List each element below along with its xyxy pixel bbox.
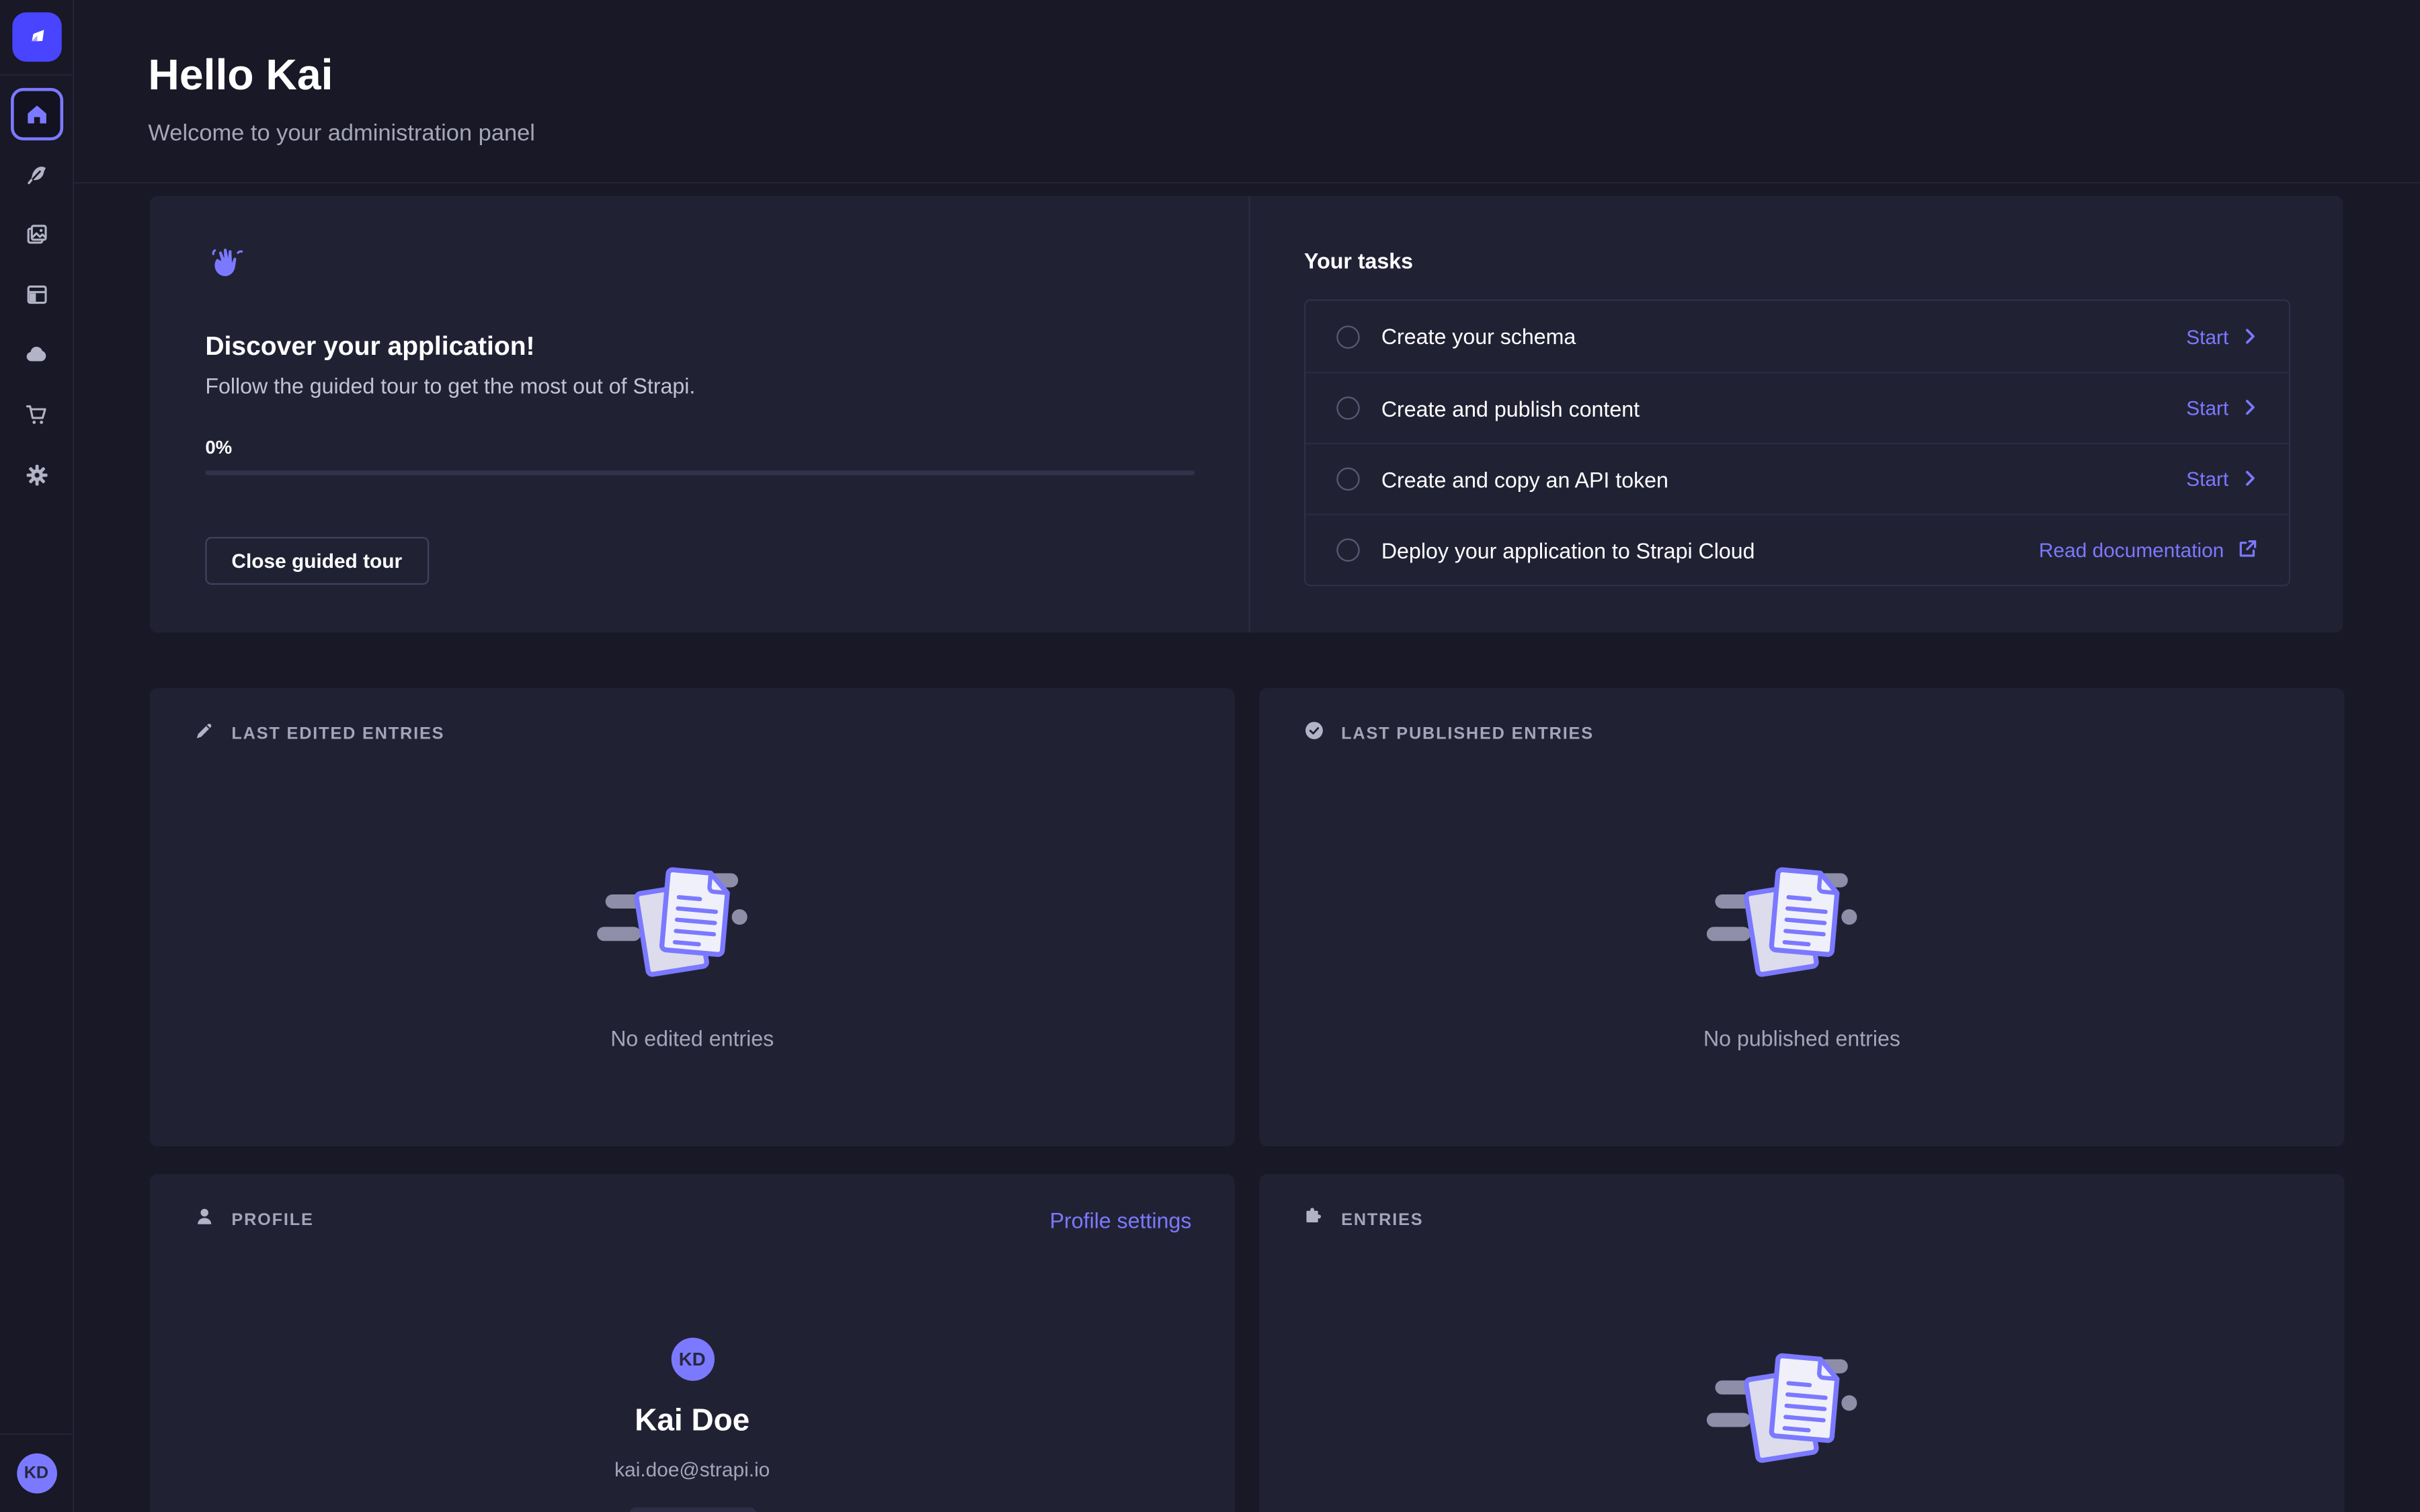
last-published-entries-card: LAST PUBLISHED ENTRIES [1259,688,2344,1146]
guided-tour-pane: Discover your application! Follow the gu… [150,196,1249,633]
layout-icon [22,281,50,308]
profile-email: kai.doe@strapi.io [614,1458,770,1483]
page-title: Hello Kai [148,49,2345,101]
check-circle-icon [1303,719,1326,750]
task-label: Create and publish content [1381,396,1640,421]
widget-title: LAST PUBLISHED ENTRIES [1341,723,1594,746]
sidebar-item-content-manager[interactable] [10,148,63,200]
entries-card: ENTRIES [1259,1174,2344,1512]
task-label: Create your schema [1381,324,1576,349]
task-start-link[interactable]: Start [2186,325,2258,347]
pencil-icon [193,719,216,750]
empty-documents-illustration [1703,851,1901,1001]
strapi-admin-dashboard: KD Hello Kai Welcome to your administrat… [0,0,2420,1512]
sidebar-bottom-divider [0,1433,73,1435]
task-start-link[interactable]: Start [2186,468,2258,491]
cloud-icon [22,341,50,368]
sidebar-item-home[interactable] [10,88,63,140]
profile-body: KD Kai Doe kai.doe@strapi.io [150,1338,1235,1512]
sidebar-bottom: KD [0,1433,73,1512]
page-subtitle: Welcome to your administration panel [148,120,2345,148]
main-content: Hello Kai Welcome to your administration… [74,0,2420,1512]
guided-tour-subtitle: Follow the guided tour to get the most o… [205,372,695,399]
task-row-api-token: Create and copy an API token Start [1305,443,2289,514]
progress-bar [205,470,1195,475]
sidebar-item-media-library[interactable] [10,208,63,261]
gear-icon [22,461,50,489]
chevron-right-icon [2243,325,2258,347]
task-start-link[interactable]: Start [2186,396,2258,419]
last-edited-entries-card: LAST EDITED ENTRIES [150,688,1235,1146]
external-link-icon [2238,538,2258,562]
profile-role-badge [629,1507,756,1512]
sidebar-divider [0,74,73,75]
empty-caption: No edited entries [610,1026,774,1052]
strapi-logo[interactable] [11,12,61,61]
task-checkbox[interactable] [1336,538,1359,561]
empty-state: No edited entries [150,851,1235,1052]
widget-title: LAST EDITED ENTRIES [231,723,444,746]
waving-hand-icon [205,244,245,292]
sidebar-item-cloud[interactable] [10,329,63,381]
task-checkbox[interactable] [1336,396,1359,419]
profile-card: PROFILE Profile settings KD Kai Doe kai.… [150,1174,1235,1512]
guided-tour-title: Discover your application! [205,332,534,363]
user-icon [193,1205,216,1236]
profile-name: Kai Doe [635,1402,750,1439]
chevron-right-icon [2243,468,2258,491]
progress-label: 0% [205,437,232,458]
sidebar-item-settings[interactable] [10,449,63,501]
sidebar-item-marketplace[interactable] [10,389,63,442]
task-row-deploy-cloud: Deploy your application to Strapi Cloud … [1305,514,2289,585]
empty-caption: No published entries [1703,1026,1900,1052]
home-icon [22,100,50,128]
page-header: Hello Kai Welcome to your administration… [74,0,2420,148]
widget-title: ENTRIES [1341,1209,1423,1232]
tasks-list: Create your schema Start Create and publ… [1304,299,2290,586]
sidebar: KD [0,0,74,1512]
guided-tour-card: Discover your application! Follow the gu… [150,196,2343,633]
strapi-logo-icon [21,19,52,55]
task-row-create-schema: Create your schema Start [1305,301,2289,372]
images-icon [22,220,50,248]
header-divider [74,182,2420,183]
cart-icon [22,401,50,429]
empty-state: No published entries [1259,851,2344,1052]
task-read-documentation-link[interactable]: Read documentation [2039,538,2258,562]
tasks-pane: Your tasks Create your schema Start [1250,196,2343,633]
empty-state: No published entries [1259,1338,2344,1512]
sidebar-item-content-type-builder[interactable] [10,268,63,321]
task-label: Deploy your application to Strapi Cloud [1381,538,1755,562]
close-guided-tour-button[interactable]: Close guided tour [205,537,428,585]
task-checkbox[interactable] [1336,468,1359,491]
feather-icon [22,161,50,188]
chevron-right-icon [2243,396,2258,419]
puzzle-icon [1303,1205,1326,1236]
profile-settings-link[interactable]: Profile settings [1050,1208,1192,1233]
task-checkbox[interactable] [1336,325,1359,347]
task-label: Create and copy an API token [1381,467,1668,492]
task-row-publish-content: Create and publish content Start [1305,372,2289,443]
empty-documents-illustration [1703,1338,1901,1488]
user-avatar[interactable]: KD [16,1454,56,1494]
profile-avatar: KD [671,1338,714,1381]
empty-documents-illustration [594,851,791,1001]
widget-title: PROFILE [231,1209,313,1232]
tasks-title: Your tasks [1304,249,2290,275]
sidebar-nav [10,88,63,501]
